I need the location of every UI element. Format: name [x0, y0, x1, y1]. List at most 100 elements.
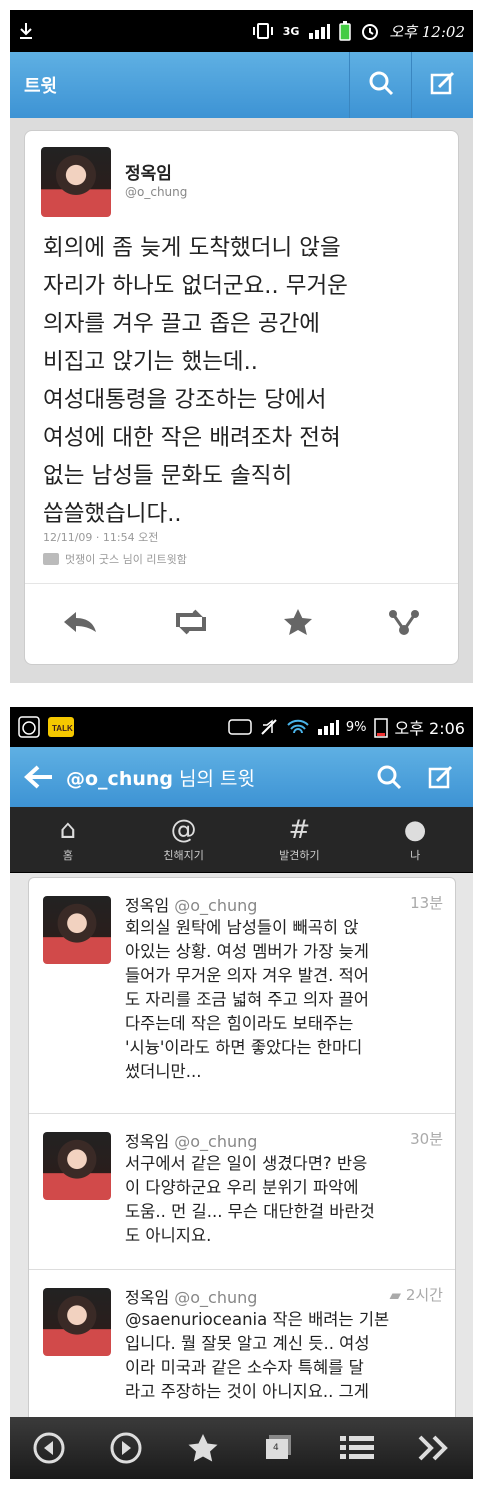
- header-title: 트윗: [24, 76, 58, 97]
- avatar[interactable]: [43, 896, 111, 964]
- tweet-line: 이라 미국과 같은 소수자 특혜를 달: [125, 1358, 364, 1377]
- tweet-detail-card: 정옥임 @o_chung 회의에 좀 늦게 도착했더니 앉을 자리가 하나도 없…: [24, 130, 459, 665]
- tweet-line: 도 아니지요.: [125, 1226, 212, 1245]
- retweet-button[interactable]: [172, 609, 210, 639]
- header-title: @o_chung 님의 트윗: [66, 764, 255, 791]
- compose-icon: [428, 765, 453, 789]
- tweet-line: 도 자리를 조금 넓혀 주고 의자 끌어: [125, 990, 369, 1009]
- tweet-line: 씁쓸했습니다..: [43, 501, 182, 527]
- comment-icon: ▰: [389, 1286, 402, 1304]
- search-button[interactable]: [375, 763, 403, 795]
- signal-icon: [317, 718, 339, 736]
- person-icon: ●: [403, 814, 427, 845]
- tweet-header: 정옥임 @o_chung: [125, 892, 443, 916]
- status-bar: TALK 9% 오후 2:06: [10, 707, 473, 747]
- hash-icon: #: [288, 814, 311, 845]
- svg-text:TALK: TALK: [52, 724, 73, 733]
- tweet-text: @saenurioceania 작은 배려는 기본 입니다. 뭘 잘못 알고 계…: [125, 1308, 445, 1404]
- author-handle: @o_chung: [174, 1288, 258, 1307]
- search-button[interactable]: [349, 52, 411, 118]
- menu-button[interactable]: [340, 1431, 375, 1465]
- tab-home[interactable]: ⌂ 홈: [10, 807, 126, 872]
- battery-icon: [339, 21, 352, 41]
- share-button[interactable]: [387, 608, 421, 640]
- gamepad-icon: [228, 717, 252, 737]
- tweet-time: 30분: [410, 1130, 443, 1148]
- list-item[interactable]: 정옥임 @o_chung ▰ 2시간 @saenurioceania 작은 배려…: [29, 1270, 455, 1436]
- app-header: 트윗: [10, 52, 473, 118]
- alarm-app-icon: [18, 716, 40, 738]
- author-name: 정옥임: [125, 896, 170, 915]
- compose-button[interactable]: [427, 763, 457, 795]
- author-handle[interactable]: @o_chung: [125, 185, 187, 199]
- tweet-actions: [25, 583, 458, 663]
- battery-percent: 9%: [345, 719, 367, 735]
- reply-button[interactable]: [62, 610, 98, 638]
- back-button[interactable]: [24, 764, 54, 790]
- tweet-list: 정옥임 @o_chung 13분 회의실 원탁에 남성들이 빼곡히 앉 아있는 …: [28, 877, 456, 1437]
- author-name: 정옥임: [125, 1132, 170, 1151]
- more-button[interactable]: [417, 1431, 451, 1465]
- tweet-timestamp: 12/11/09 · 11:54 오전: [43, 531, 159, 544]
- tweet-line: 다주는데 작은 힘이라도 보태주는: [125, 1014, 354, 1033]
- tweet-line: @saenurioceania 작은 배려는 기본: [125, 1310, 390, 1329]
- back-nav-button[interactable]: [32, 1431, 66, 1465]
- author-name[interactable]: 정옥임: [125, 159, 172, 184]
- tweet-line: 이 다양하군요 우리 분위기 파악에: [125, 1178, 359, 1197]
- compose-button[interactable]: [411, 52, 473, 118]
- avatar[interactable]: [41, 147, 111, 217]
- tweet-line: 도움.. 먼 길... 무슨 대단한걸 바란것: [125, 1202, 375, 1221]
- retweet-icon: [175, 609, 206, 634]
- tweet-line: '시늉'이라도 하면 좋았다는 한마디: [125, 1038, 363, 1057]
- tab-count: 4: [273, 1443, 279, 1453]
- tweet-text: 서구에서 같은 일이 생겼다면? 반응 이 다양하군요 우리 분위기 파악에 도…: [125, 1152, 445, 1248]
- mute-icon: [259, 717, 279, 737]
- tweet-text: 회의실 원탁에 남성들이 빼곡히 앉 아있는 상황. 여성 멤버가 가장 늦게 …: [125, 916, 445, 1084]
- tweet-line: 없는 남성들 문화도 솔직히: [43, 463, 293, 489]
- tab-bar: ⌂ 홈 @ 친해지기 # 발견하기 ● 나: [10, 807, 473, 873]
- retweet-small-icon: [43, 553, 59, 565]
- list-item[interactable]: 정옥임 @o_chung 30분 서구에서 같은 일이 생겼다면? 반응 이 다…: [29, 1114, 455, 1270]
- retweet-info-text: 멋쟁이 굿스 님이 리트윗함: [65, 553, 187, 566]
- status-bar: 3G 오후 12:02: [10, 10, 473, 52]
- list-menu-icon: [340, 1436, 375, 1459]
- tweet-time: ▰ 2시간: [390, 1284, 443, 1305]
- author-handle: @o_chung: [174, 1132, 258, 1151]
- back-circle-icon: [33, 1432, 65, 1464]
- star-icon: [284, 608, 313, 635]
- at-icon: @: [170, 814, 197, 845]
- reply-icon: [63, 611, 96, 632]
- tweet-header: 정옥임 @o_chung: [125, 1128, 443, 1152]
- tab-me[interactable]: ● 나: [357, 807, 473, 872]
- search-icon: [377, 765, 402, 790]
- status-time: 오후 12:02: [389, 22, 465, 41]
- tabs-button[interactable]: 4: [263, 1431, 297, 1465]
- avatar[interactable]: [43, 1288, 111, 1356]
- 3g-icon: 3G: [282, 24, 300, 38]
- back-arrow-icon: [24, 765, 52, 789]
- tweet-line: 의자를 겨우 끌고 좁은 공간에: [43, 311, 321, 337]
- status-time: 오후 2:06: [394, 719, 465, 738]
- tweet-line: 아있는 상황. 여성 멤버가 가장 늦게: [125, 942, 369, 961]
- author-name: 정옥임: [125, 1288, 170, 1307]
- bookmark-button[interactable]: [186, 1431, 220, 1465]
- header-title-suffix: 님의 트윗: [173, 767, 255, 790]
- favorite-button[interactable]: [283, 608, 313, 640]
- tweet-line: 서구에서 같은 일이 생겼다면? 반응: [125, 1154, 368, 1173]
- screen-user-tweets: TALK 9% 오후 2:06 @o_chung 님의 트윗 ⌂ 홈 @ 친해지기 …: [10, 707, 473, 1479]
- tab-discover[interactable]: # 발견하기: [242, 807, 358, 872]
- list-item[interactable]: 정옥임 @o_chung 13분 회의실 원탁에 남성들이 빼곡히 앉 아있는 …: [29, 878, 455, 1114]
- tweet-line: 라고 주장하는 것이 아니지요.. 그게: [125, 1382, 369, 1401]
- app-header: @o_chung 님의 트윗: [10, 747, 473, 807]
- wifi-icon: [286, 717, 310, 737]
- screen-tweet-detail: 3G 오후 12:02 트윗 정옥임 @o_chung 회의에 좀 늦게 도착했…: [10, 10, 473, 683]
- avatar[interactable]: [43, 1132, 111, 1200]
- forward-nav-button[interactable]: [109, 1431, 143, 1465]
- tab-label: 친해지기: [163, 848, 204, 862]
- tweet-time-text: 2시간: [405, 1286, 443, 1304]
- signal-icon: [308, 22, 331, 40]
- tweet-line: 비집고 앉기는 했는데..: [43, 349, 258, 375]
- tab-label: 홈: [62, 848, 73, 862]
- tweet-line: 입니다. 뭘 잘못 알고 계신 듯.. 여성: [125, 1334, 370, 1353]
- tab-connect[interactable]: @ 친해지기: [126, 807, 242, 872]
